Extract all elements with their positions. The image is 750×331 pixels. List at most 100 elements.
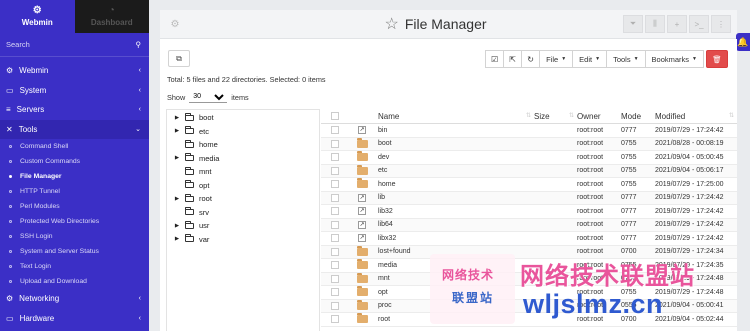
sidebar-subitem-text-login[interactable]: Text Login (0, 259, 149, 274)
table-row[interactable]: ↗ lib64 root:root 0777 2019/07/29 - 17:24:42 (321, 218, 737, 232)
expand-caret-icon[interactable]: ▶ (173, 155, 181, 161)
refresh-button[interactable]: ↻ (521, 50, 541, 68)
sidebar-item-servers[interactable]: ≡ Servers ‹ (0, 100, 149, 120)
file-name[interactable]: boot (376, 140, 534, 147)
row-checkbox[interactable] (321, 301, 348, 310)
tree-item[interactable]: home (167, 138, 319, 152)
row-checkbox[interactable] (321, 274, 348, 283)
tree-item[interactable]: ▶ root (167, 192, 319, 206)
more-icon[interactable]: ⋮ (711, 15, 731, 33)
expand-caret-icon[interactable]: ▶ (173, 115, 181, 121)
row-checkbox[interactable] (321, 247, 348, 256)
file-name[interactable]: opt (376, 289, 534, 296)
page-size-select[interactable]: 30 (189, 91, 228, 103)
module-config-icon[interactable]: ⚙ (160, 10, 190, 38)
select-all-button[interactable]: ☑ (485, 50, 505, 68)
tab-webmin[interactable]: ⚙ Webmin (0, 0, 75, 33)
tree-item[interactable]: ▶ boot (167, 111, 319, 125)
table-row[interactable]: home root:root 0755 2019/07/29 - 17:25:00 (321, 178, 737, 192)
row-checkbox[interactable] (321, 220, 348, 229)
sidebar-subitem-file-manager[interactable]: File Manager (0, 169, 149, 184)
sidebar-item-tools[interactable]: ✕ Tools ⌄ (0, 119, 149, 139)
expand-caret-icon[interactable]: ▶ (173, 223, 181, 229)
table-row[interactable]: opt root:root 0755 2019/07/29 - 17:24:48 (321, 286, 737, 300)
tree-item[interactable]: srv (167, 206, 319, 220)
table-row[interactable]: lost+found root:root 0700 2019/07/29 - 17:2… (321, 245, 737, 259)
expand-caret-icon[interactable]: ▶ (173, 128, 181, 134)
plus-icon[interactable]: + (667, 15, 687, 33)
sidebar-subitem-upload-download[interactable]: Upload and Download (0, 274, 149, 289)
file-name[interactable]: lib64 (376, 221, 534, 228)
sidebar-subitem-custom-commands[interactable]: Custom Commands (0, 154, 149, 169)
sidebar-subitem-protected-web-directories[interactable]: Protected Web Directories (0, 214, 149, 229)
sidebar-item-networking[interactable]: ⚙ Networking ‹ (0, 289, 149, 309)
sidebar-item-system[interactable]: ▭ System ‹ (0, 81, 149, 101)
table-row[interactable]: ↗ libx32 root:root 0777 2019/07/29 - 17:24:4… (321, 232, 737, 246)
sidebar-subitem-http-tunnel[interactable]: HTTP Tunnel (0, 184, 149, 199)
tree-item[interactable]: ▶ etc (167, 125, 319, 139)
file-name[interactable]: proc (376, 302, 534, 309)
file-name[interactable]: bin (376, 127, 534, 134)
columns-icon[interactable]: ⫼ (645, 15, 665, 33)
table-row[interactable]: ↗ lib32 root:root 0777 2019/07/29 - 17:24:42 (321, 205, 737, 219)
bookmarks-menu-button[interactable]: Bookmarks ▼ (644, 50, 704, 68)
table-row[interactable]: proc root:root 0555 2021/09/04 - 05:00:41 (321, 299, 737, 313)
file-name[interactable]: home (376, 181, 534, 188)
tab-dashboard[interactable]: ◔ Dashboard (74, 0, 149, 33)
row-checkbox[interactable] (321, 166, 348, 175)
notification-bell-icon[interactable]: 🔔 (736, 33, 750, 51)
row-checkbox[interactable] (321, 315, 348, 324)
row-checkbox[interactable] (321, 193, 348, 202)
file-name[interactable]: libx32 (376, 235, 534, 242)
select-all-checkbox[interactable] (321, 112, 348, 120)
sidebar-item-hardware[interactable]: ▭ Hardware ‹ (0, 309, 149, 329)
table-row[interactable]: boot root:root 0755 2021/08/28 - 00:08:19 (321, 137, 737, 151)
star-icon[interactable]: ☆ (384, 14, 398, 34)
file-name[interactable]: root (376, 316, 534, 323)
search-icon[interactable]: ⚲ (136, 40, 142, 49)
share-button[interactable]: ⇱ (503, 50, 523, 68)
search-input[interactable] (6, 40, 116, 49)
tree-item[interactable]: ▶ var (167, 233, 319, 247)
table-row[interactable]: etc root:root 0755 2021/09/04 - 05:06:17 (321, 164, 737, 178)
column-header-size[interactable]: Size ⇅ (534, 112, 577, 121)
tree-item[interactable]: mnt (167, 165, 319, 179)
delete-button[interactable]: 🗑 (706, 50, 728, 68)
column-header-name[interactable]: Name ⇅ (376, 112, 534, 121)
edit-menu-button[interactable]: Edit ▼ (572, 50, 608, 68)
terminal-icon[interactable]: >_ (689, 15, 709, 33)
row-checkbox[interactable] (321, 234, 348, 243)
tree-item[interactable]: opt (167, 179, 319, 193)
file-name[interactable]: etc (376, 167, 534, 174)
sidebar-item-webmin[interactable]: ⚙ Webmin ‹ (0, 61, 149, 81)
tree-item[interactable]: ▶ usr (167, 219, 319, 233)
file-name[interactable]: lib (376, 194, 534, 201)
table-row[interactable]: root root:root 0700 2021/09/04 - 05:02:44 (321, 313, 737, 327)
file-name[interactable]: lost+found (376, 248, 534, 255)
file-name[interactable]: media (376, 262, 534, 269)
row-checkbox[interactable] (321, 261, 348, 270)
expand-caret-icon[interactable]: ▶ (173, 236, 181, 242)
row-checkbox[interactable] (321, 180, 348, 189)
file-menu-button[interactable]: File ▼ (539, 50, 574, 68)
row-checkbox[interactable] (321, 207, 348, 216)
row-checkbox[interactable] (321, 126, 348, 135)
table-row[interactable]: media root:root 0755 2019/07/29 - 17:24:35 (321, 259, 737, 273)
table-row[interactable]: dev root:root 0755 2021/09/04 - 05:00:45 (321, 151, 737, 165)
tools-menu-button[interactable]: Tools ▼ (606, 50, 646, 68)
row-checkbox[interactable] (321, 139, 348, 148)
sidebar-subitem-ssh-login[interactable]: SSH Login (0, 229, 149, 244)
column-header-owner[interactable]: Owner (577, 112, 621, 121)
sidebar-subitem-command-shell[interactable]: Command Shell (0, 139, 149, 154)
table-row[interactable]: ↗ bin root:root 0777 2019/07/29 - 17:24:42 (321, 124, 737, 138)
column-header-mode[interactable]: Mode (621, 112, 655, 121)
table-row[interactable]: mnt root:root 0755 2019/07/29 - 17:24:48 (321, 272, 737, 286)
table-row[interactable]: ↗ lib root:root 0777 2019/07/29 - 17:24:42 (321, 191, 737, 205)
file-name[interactable]: mnt (376, 275, 534, 282)
tree-item[interactable]: ▶ media (167, 152, 319, 166)
file-name[interactable]: dev (376, 154, 534, 161)
column-header-modified[interactable]: Modified ⇅ (655, 112, 737, 121)
expand-caret-icon[interactable]: ▶ (173, 196, 181, 202)
sidebar-subitem-system-server-status[interactable]: System and Server Status (0, 244, 149, 259)
file-name[interactable]: lib32 (376, 208, 534, 215)
